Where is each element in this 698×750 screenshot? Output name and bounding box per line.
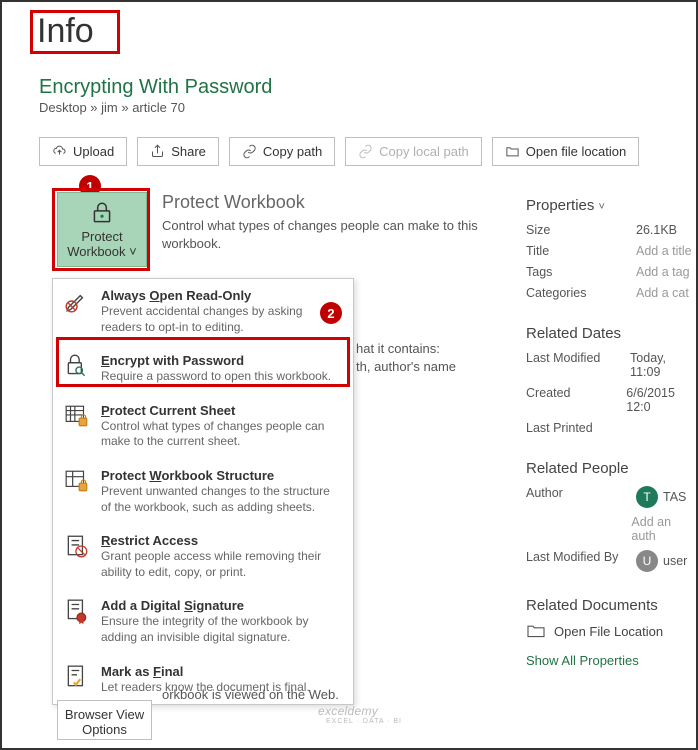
open-file-location-link[interactable]: Open File Location [526,623,696,639]
share-icon [150,144,165,159]
date-modified: Last ModifiedToday, 11:09 [526,351,696,379]
prop-title[interactable]: TitleAdd a title [526,244,696,258]
browser-view-options-button[interactable]: Browser ViewOptions [57,700,152,740]
add-author[interactable]: Add an auth [526,515,696,543]
copy-path-label: Copy path [263,144,322,159]
show-all-properties-link[interactable]: Show All Properties [526,653,696,668]
protect-heading: Protect Workbook [162,192,492,213]
final-icon [64,664,90,690]
related-docs-heading: Related Documents [526,597,696,614]
sheet-lock-icon [64,403,90,429]
toolbar: Upload Share Copy path Copy local path O… [39,137,639,166]
open-location-label: Open file location [526,144,626,159]
upload-label: Upload [73,144,114,159]
partial-inspect-text: hat it contains: th, author's name [356,340,456,376]
open-location-button[interactable]: Open file location [492,137,639,166]
share-label: Share [171,144,206,159]
browser-view-text: orkbook is viewed on the Web. [162,687,412,702]
protect-dropdown: Always Open Read-OnlyPrevent accidental … [52,278,354,705]
restrict-icon [64,533,90,559]
share-button[interactable]: Share [137,137,219,166]
watermark: exceldemy [318,704,378,718]
certificate-icon [64,598,90,624]
menu-protect-sheet[interactable]: Protect Current SheetControl what types … [53,394,353,459]
chevron-down-icon: ˅ [599,201,605,213]
last-modified-by-row: Last Modified By Uuser [526,550,696,572]
link-icon [242,144,257,159]
date-printed: Last Printed [526,421,696,435]
pencil-no-icon [64,288,90,314]
prop-categories[interactable]: CategoriesAdd a cat [526,286,696,300]
protect-desc: Control what types of changes people can… [162,217,492,252]
author-row: Author TTAS [526,486,696,508]
menu-protect-structure[interactable]: Protect Workbook StructurePrevent unwant… [53,459,353,524]
upload-icon [52,144,67,159]
avatar: U [636,550,658,572]
related-dates-heading: Related Dates [526,325,696,342]
protect-section-text: Protect Workbook Control what types of c… [162,192,492,252]
avatar: T [636,486,658,508]
copy-path-button[interactable]: Copy path [229,137,335,166]
date-created: Created6/6/2015 12:0 [526,386,696,414]
watermark-sub: EXCEL · DATA · BI [326,718,402,725]
menu-digital-signature[interactable]: Add a Digital SignatureEnsure the integr… [53,589,353,654]
properties-panel: Properties ˅ Size26.1KB TitleAdd a title… [526,197,696,668]
link-icon [358,144,373,159]
breadcrumb: Desktop » jim » article 70 [39,100,185,115]
chevron-down-icon: ˅ [129,244,137,259]
menu-restrict-access[interactable]: Restrict AccessGrant people access while… [53,524,353,589]
protect-workbook-button[interactable]: ProtectWorkbook ˅ [57,192,147,267]
file-title: Encrypting With Password [39,76,272,99]
prop-tags[interactable]: TagsAdd a tag [526,265,696,279]
folder-icon [526,623,546,639]
upload-button[interactable]: Upload [39,137,127,166]
menu-encrypt-password[interactable]: Encrypt with PasswordRequire a password … [53,344,353,394]
copy-local-path-button: Copy local path [345,137,482,166]
annotation-badge-2: 2 [320,302,342,324]
properties-heading[interactable]: Properties ˅ [526,197,696,214]
page-title: Info [37,12,94,51]
related-people-heading: Related People [526,460,696,477]
menu-open-read-only[interactable]: Always Open Read-OnlyPrevent accidental … [53,279,353,344]
lock-search-icon [64,353,90,379]
copy-local-label: Copy local path [379,144,469,159]
workbook-lock-icon [64,468,90,494]
folder-icon [505,144,520,159]
prop-size: Size26.1KB [526,223,696,237]
lock-icon [89,200,115,226]
